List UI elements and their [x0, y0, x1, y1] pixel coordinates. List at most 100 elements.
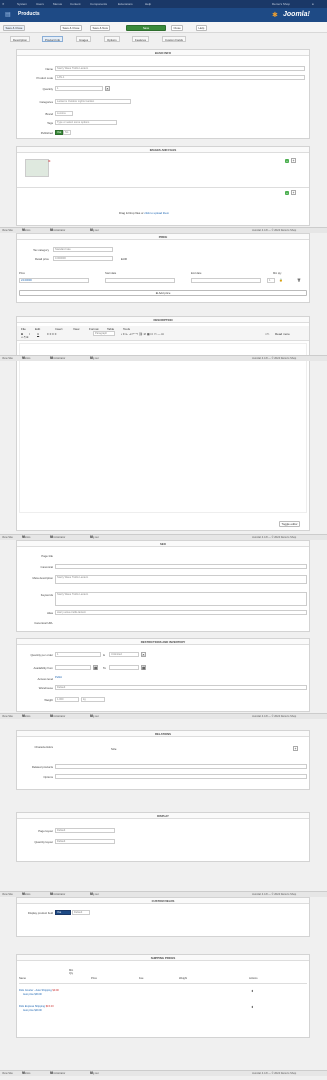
toggle-editor-button[interactable]: Toggle editor — [279, 521, 301, 527]
tab-custom-fields[interactable]: Custom Fields — [162, 36, 186, 42]
add-file-button[interactable]: + — [291, 190, 296, 195]
categories-input[interactable]: Lanterns Outdoor Lights Garden — [55, 99, 131, 104]
underline-icon[interactable]: U — [37, 332, 39, 336]
availability-from-input[interactable] — [55, 665, 91, 670]
qty-max-input[interactable]: Unlimited — [109, 652, 139, 657]
tab-images[interactable]: Images — [76, 36, 92, 42]
editor-menu-view[interactable]: View — [73, 327, 79, 331]
calendar-to-icon[interactable]: ▦ — [141, 665, 146, 670]
list-icons[interactable]: • ≡ ⇤ ⇥ ↶ ↷ ⛓ ⊘ ▦ ⊡ ▭ — Ω — [121, 332, 164, 336]
add-characteristic-button[interactable]: + — [293, 746, 298, 751]
shipping-action-icon[interactable]: ⬍ — [251, 1005, 254, 1009]
price-row-value[interactable]: 24.00000 — [19, 278, 89, 283]
align-icons[interactable]: ≡ ≡ ≡ ≡ — [47, 332, 57, 336]
user-icon[interactable]: ● — [312, 2, 314, 6]
image-button[interactable]: ▭ ¶ ⊞ — [21, 336, 28, 339]
menu-menus[interactable]: Menus — [53, 2, 62, 6]
joomla-menu-icon[interactable]: ✕ — [2, 2, 5, 6]
calendar-from-icon[interactable]: ▦ — [93, 665, 98, 670]
weight-unit-select[interactable]: kg — [81, 697, 105, 702]
related-products-input[interactable] — [55, 764, 307, 769]
readmore-button[interactable]: Read more — [275, 332, 290, 336]
add-image-button[interactable]: + — [291, 158, 296, 163]
view-site-link-4[interactable]: View Site — [2, 714, 13, 720]
menu-components[interactable]: Components — [90, 2, 107, 6]
shipping-name[interactable]: DHL Courier - Auto Shipping $9.90 — [19, 989, 59, 992]
custom-field-default[interactable]: Default — [72, 910, 90, 915]
shipping-action-icon[interactable]: ⬍ — [251, 989, 254, 993]
product-image-thumbnail[interactable] — [25, 159, 49, 177]
add-price-button[interactable]: ⊕ Add price — [19, 290, 307, 296]
menu-extensions[interactable]: Extensions — [118, 2, 133, 6]
warehouse-select[interactable]: Default — [55, 685, 307, 690]
lock-icon[interactable]: 🔒 — [279, 278, 283, 282]
price-row-minqty[interactable]: 1 — [267, 278, 275, 283]
close-button[interactable]: Close — [171, 25, 184, 31]
view-site-link[interactable]: View Site — [2, 228, 13, 234]
published-no[interactable]: No — [63, 130, 71, 135]
access-level-label: Access level — [37, 677, 53, 681]
price-col-price: Price — [19, 272, 25, 275]
product-code-input[interactable]: LAN-1 — [55, 75, 305, 80]
quantity-layout-select[interactable]: Default — [55, 839, 115, 844]
retail-price-input[interactable]: 0.000000 — [53, 256, 113, 261]
tab-product-info[interactable]: Product Info — [42, 36, 64, 42]
description-title: DESCRIPTION — [17, 317, 309, 323]
view-site-link-3[interactable]: View Site — [2, 535, 13, 541]
quantity-label: Quantity — [42, 87, 53, 91]
alias-input[interactable]: starry-wave-trellis-lantern — [55, 610, 307, 615]
tab-options[interactable]: Options — [104, 36, 120, 42]
view-site-link-2[interactable]: View Site — [2, 356, 13, 362]
save-new-button[interactable]: Save & New — [90, 25, 111, 31]
editor-menu-insert[interactable]: Insert — [55, 327, 63, 331]
meta-description-input[interactable]: Starry Wave Trellis Lantern — [55, 575, 307, 584]
options-input[interactable] — [55, 774, 307, 779]
weight-input[interactable]: 1.000 — [55, 697, 79, 702]
menu-users[interactable]: Users — [36, 2, 44, 6]
tags-input[interactable]: Type or select some options — [55, 120, 117, 125]
price-row-start[interactable] — [105, 278, 175, 283]
shipping-name[interactable]: DHL Express Shipping $15.00 — [19, 1005, 54, 1008]
upload-link[interactable]: click to upload them — [144, 211, 169, 215]
help-button[interactable]: Help — [196, 25, 207, 31]
menu-content[interactable]: Content — [70, 2, 81, 6]
menu-system[interactable]: System — [17, 2, 27, 6]
code-icon[interactable]: </> — [265, 332, 269, 336]
remove-image-icon[interactable]: ⊗ — [48, 159, 51, 163]
access-level-value[interactable]: Public — [55, 676, 62, 679]
tax-select[interactable]: Standard rate — [53, 247, 113, 252]
save-button[interactable]: Save — [126, 25, 166, 31]
italic-icon[interactable]: I — [29, 332, 30, 336]
site-user[interactable]: Demo's Shop — [272, 2, 290, 6]
brand-select[interactable]: Lumina — [55, 111, 73, 116]
name-input[interactable]: Starry Wave Trellis Lantern — [55, 66, 305, 71]
menu-help[interactable]: Help — [145, 2, 151, 6]
delete-price-icon[interactable]: 🗑 — [297, 278, 301, 282]
canonical-input[interactable] — [55, 564, 307, 569]
qty-clear-button[interactable]: ✕ — [141, 652, 146, 657]
page-layout-select[interactable]: Default — [55, 828, 115, 833]
keywords-input[interactable]: Starry Wave Trellis Lantern — [55, 592, 307, 606]
editor-menu-file[interactable]: File — [21, 327, 26, 331]
view-site-link-6[interactable]: View Site — [2, 1071, 13, 1077]
warehouse-label: Warehouse — [38, 686, 53, 690]
save-close-button[interactable]: Save & Close — [60, 25, 82, 31]
display-panel: DISPLAY Page layout Default Quantity lay… — [16, 812, 310, 862]
editor-menu-tools[interactable]: Tools — [123, 327, 130, 331]
price-row-end[interactable] — [191, 278, 261, 283]
view-site-link-5[interactable]: View Site — [2, 892, 13, 898]
quantity-clear-button[interactable]: ✕ — [105, 86, 110, 91]
description-editor-area[interactable] — [19, 343, 307, 513]
tab-features[interactable]: Features — [132, 36, 150, 42]
add-image-icon[interactable]: + — [285, 159, 289, 163]
qty-min-input[interactable]: 1 — [55, 652, 101, 657]
quantity-input[interactable]: 1 — [55, 86, 103, 91]
custom-field-yes[interactable]: Yes — [55, 910, 71, 915]
paragraph-select[interactable]: Paragraph — [93, 331, 115, 336]
tab-description[interactable]: Description — [10, 36, 30, 42]
save-close-chip[interactable]: Save & Close — [3, 25, 25, 31]
add-file-icon[interactable]: + — [285, 191, 289, 195]
editor-menu-edit[interactable]: Edit — [35, 327, 40, 331]
published-yes[interactable]: Yes — [55, 130, 63, 135]
availability-to-input[interactable] — [109, 665, 139, 670]
